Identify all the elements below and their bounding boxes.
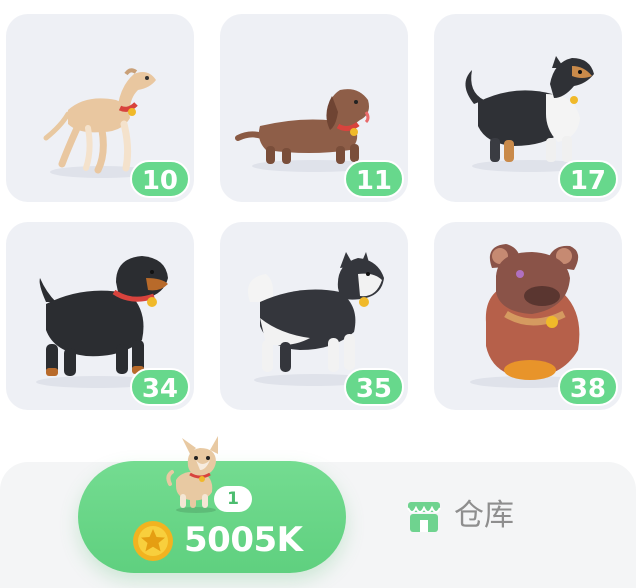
dog-card-collie[interactable]: 17 — [434, 14, 622, 202]
storage-button[interactable]: 仓库 — [404, 492, 554, 540]
level-badge: 35 — [343, 368, 404, 406]
storage-label: 仓库 — [454, 498, 514, 533]
price-label: 5005K — [184, 520, 303, 560]
level-badge: 38 — [557, 368, 618, 406]
dog-collection-grid: 10 11 17 34 35 38 — [0, 0, 636, 420]
level-badge: 10 — [129, 160, 190, 198]
dog-card-rottweiler[interactable]: 34 — [6, 222, 194, 410]
dog-card-whippet[interactable]: 10 — [6, 14, 194, 202]
level-badge: 34 — [129, 368, 190, 406]
shop-icon — [407, 502, 441, 532]
gold-coin-star-icon — [133, 521, 173, 561]
dog-level-badge: 1 — [214, 486, 252, 512]
level-badge: 17 — [557, 160, 618, 198]
dog-card-husky[interactable]: 35 — [220, 222, 408, 410]
level-badge: 11 — [343, 160, 404, 198]
dog-card-mud-dog[interactable]: 38 — [434, 222, 622, 410]
dog-card-dachshund[interactable]: 11 — [220, 14, 408, 202]
